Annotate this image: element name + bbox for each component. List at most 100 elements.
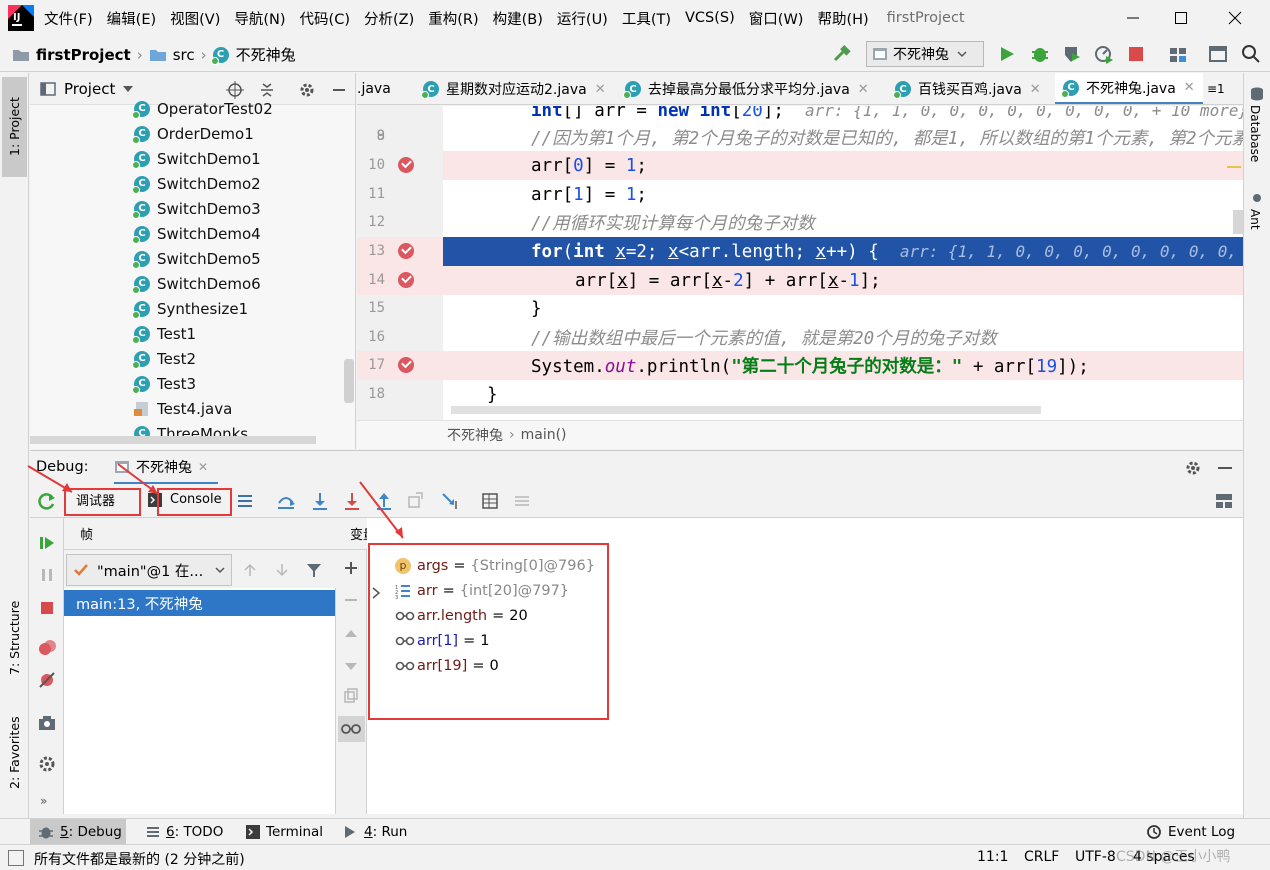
arrow-up-icon[interactable] <box>242 562 258 578</box>
remove-watch-icon[interactable] <box>343 592 359 608</box>
close-tab-icon[interactable]: ✕ <box>1184 80 1195 95</box>
line-separator[interactable]: CRLF <box>1024 849 1059 865</box>
editor-tab-immortal-rabbit[interactable]: C 不死神兔.java ✕ <box>1055 73 1203 104</box>
close-tab-icon[interactable]: ✕ <box>595 82 606 97</box>
breadcrumb-file[interactable]: 不死神兔 <box>236 44 296 65</box>
tree-item-test4-java[interactable]: Test4.java <box>134 396 232 421</box>
menu-navigate[interactable]: 导航(N) <box>234 8 285 29</box>
editor-tab-average-score[interactable]: C 去掉最高分最低分求平均分.java ✕ <box>617 73 885 104</box>
editor-horizontal-scrollbar[interactable] <box>451 406 1041 414</box>
stop-icon[interactable] <box>1128 46 1144 62</box>
breadcrumb-project[interactable]: firstProject <box>36 46 131 64</box>
hide-panel-icon[interactable] <box>330 81 348 99</box>
event-log-tool-tab[interactable]: Event Log <box>1146 819 1235 845</box>
breakpoint-icon[interactable] <box>398 357 414 373</box>
editor-tab-weekday-sport[interactable]: C 星期数对应运动2.java ✕ <box>415 73 615 104</box>
favorites-tool-tab[interactable]: 2: Favorites <box>2 703 27 803</box>
code-line-9[interactable]: //因为第1个月, 第2个月兔子的对数是已知的, 都是1, 所以数组的第1个元素… <box>443 123 1243 152</box>
view-breakpoints-icon[interactable] <box>37 638 57 658</box>
tree-item-switchdemo2[interactable]: C SwitchDemo2 <box>132 171 261 196</box>
arrow-down-icon[interactable] <box>274 562 290 578</box>
menu-build[interactable]: 构建(B) <box>493 8 543 29</box>
code-line-13-current[interactable]: for(int x=2; x<arr.length; x++) { arr: {… <box>443 237 1243 266</box>
menu-code[interactable]: 代码(C) <box>300 8 350 29</box>
tree-item-operatortest02[interactable]: C OperatorTest02 <box>132 96 273 121</box>
breadcrumb-method[interactable]: main() <box>521 427 567 443</box>
menu-tools[interactable]: 工具(T) <box>622 8 671 29</box>
restore-layout-icon[interactable] <box>1214 491 1234 511</box>
tree-item-switchdemo1[interactable]: C SwitchDemo1 <box>132 146 261 171</box>
duplicate-watch-icon[interactable] <box>343 688 359 704</box>
database-tool-tab[interactable]: Database <box>1248 105 1262 162</box>
terminal-window-icon[interactable] <box>1208 44 1228 64</box>
chevron-down-icon[interactable] <box>123 85 134 93</box>
camera-icon[interactable] <box>37 714 57 732</box>
hide-panel-icon[interactable] <box>1216 459 1234 477</box>
minimize-button[interactable] <box>1110 0 1156 36</box>
tree-item-orderdemo1[interactable]: C OrderDemo1 <box>132 121 254 146</box>
settings-gear-icon[interactable] <box>37 754 57 774</box>
tree-item-test1[interactable]: C Test1 <box>132 321 196 346</box>
todo-tool-tab[interactable]: 6: TODO <box>146 819 223 845</box>
code-line-11[interactable]: arr[1] = 1; <box>443 180 1243 209</box>
code-line-15[interactable]: } <box>443 294 1243 323</box>
tree-item-switchdemo4[interactable]: C SwitchDemo4 <box>132 221 261 246</box>
code-line-17[interactable]: System.out.println("第二十个月兔子的对数是：" + arr[… <box>443 351 1243 380</box>
move-up-icon[interactable] <box>343 626 359 642</box>
tree-item-synthesize1[interactable]: C Synthesize1 <box>132 296 248 321</box>
file-encoding[interactable]: UTF-8 <box>1075 849 1116 865</box>
breakpoint-icon[interactable] <box>398 272 414 288</box>
tree-item-switchdemo6[interactable]: C SwitchDemo6 <box>132 271 261 296</box>
menu-refactor[interactable]: 重构(R) <box>428 8 478 29</box>
gear-icon[interactable] <box>298 81 316 99</box>
editor-tabs-overflow[interactable]: ≡1 <box>1207 73 1243 104</box>
mute-breakpoints-icon[interactable] <box>37 670 57 690</box>
caret-position[interactable]: 11:1 <box>977 849 1008 865</box>
debug-bug-icon[interactable] <box>1030 44 1050 64</box>
breakpoint-icon[interactable] <box>398 157 414 173</box>
close-tab-icon[interactable]: ✕ <box>858 82 869 97</box>
run-icon[interactable] <box>998 45 1016 63</box>
code-editor[interactable]: int[] arr = new int[20]; arr: {1, 1, 0, … <box>357 106 1243 420</box>
breadcrumb-src[interactable]: src <box>173 46 195 64</box>
toggle-tool-windows-icon[interactable] <box>8 850 24 866</box>
maximize-button[interactable] <box>1158 0 1204 36</box>
project-horizontal-scrollbar[interactable] <box>30 436 316 444</box>
terminal-tool-tab[interactable]: Terminal <box>246 819 323 845</box>
menu-analyze[interactable]: 分析(Z) <box>364 8 414 29</box>
gear-icon[interactable] <box>1184 459 1202 477</box>
menu-file[interactable]: 文件(F) <box>44 8 93 29</box>
menu-edit[interactable]: 编辑(E) <box>107 8 156 29</box>
editor-tab-hundred-chicken[interactable]: C 百钱买百鸡.java ✕ <box>887 73 1053 104</box>
menu-help[interactable]: 帮助(H) <box>817 8 868 29</box>
thread-dropdown[interactable]: "main"@1 在... <box>66 554 232 586</box>
code-line-18[interactable]: } <box>443 380 1243 409</box>
debug-tool-tab[interactable]: 5: Debug <box>30 819 126 845</box>
more-actions-icon[interactable]: » <box>40 794 47 808</box>
tree-item-switchdemo3[interactable]: C SwitchDemo3 <box>132 196 261 221</box>
structure-tool-tab[interactable]: 7: Structure <box>2 583 27 693</box>
breadcrumb-class[interactable]: 不死神兔 <box>447 425 503 445</box>
editor-scrollbar[interactable] <box>1233 210 1243 234</box>
project-scrollbar[interactable] <box>344 359 354 403</box>
stop-icon[interactable] <box>39 600 55 616</box>
project-panel-title[interactable]: Project <box>64 80 115 98</box>
close-window-button[interactable] <box>1212 0 1258 36</box>
coverage-icon[interactable] <box>1062 44 1082 64</box>
tree-item-test2[interactable]: C Test2 <box>132 346 196 371</box>
ant-tool-tab[interactable]: Ant <box>1248 209 1262 230</box>
breakpoint-icon[interactable] <box>398 243 414 259</box>
show-watches-toggle[interactable] <box>338 716 365 742</box>
menu-run[interactable]: 运行(U) <box>557 8 608 29</box>
code-line-16[interactable]: //输出数组中最后一个元素的值, 就是第20个月的兔子对数 <box>443 323 1243 352</box>
run-config-dropdown[interactable]: 不死神兔 <box>866 41 984 67</box>
search-icon[interactable] <box>1241 44 1261 64</box>
code-line-10[interactable]: arr[0] = 1; <box>443 151 1243 180</box>
menu-view[interactable]: 视图(V) <box>170 8 220 29</box>
tree-item-switchdemo5[interactable]: C SwitchDemo5 <box>132 246 261 271</box>
run-tool-tab[interactable]: 4: Run <box>344 819 407 845</box>
code-line-12[interactable]: //用循环实现计算每个月的兔子对数 <box>443 208 1243 237</box>
code-line-14[interactable]: arr[x] = arr[x-2] + arr[x-1]; <box>443 266 1243 295</box>
project-structure-icon[interactable] <box>1168 44 1188 64</box>
menu-vcs[interactable]: VCS(S) <box>685 10 735 26</box>
